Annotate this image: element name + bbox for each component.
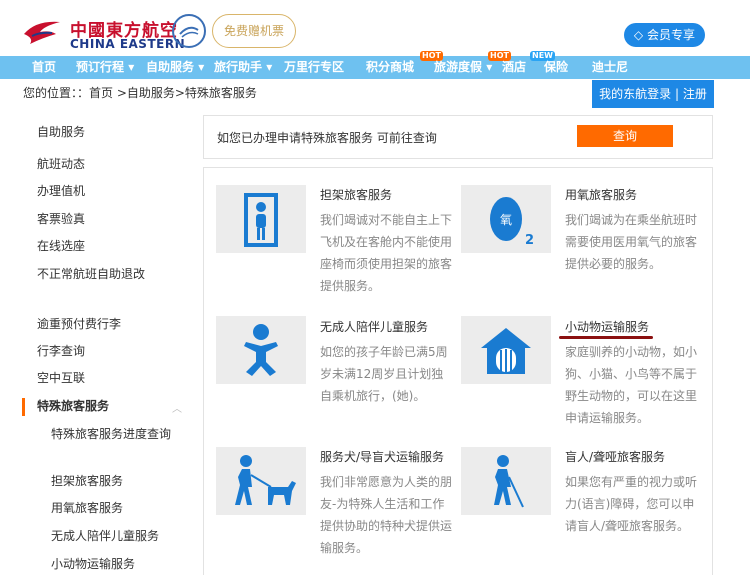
service-description: 我们竭诚对不能自主上下飞机及在客舱内不能使用座椅而须使用担架的旅客提供服务。	[320, 213, 453, 293]
nav-self-service[interactable]: 自助服务 ▾	[146, 56, 204, 79]
member-button-label: 会员专享	[646, 28, 695, 42]
nav-booking[interactable]: 预订行程 ▾	[76, 56, 134, 79]
sidebar-item-excess-baggage[interactable]: 逾重预付费行李	[37, 314, 177, 335]
query-panel: 如您已办理申请特殊旅客服务 可前往查询 查询	[203, 115, 713, 159]
sidebar-item-baggage-query[interactable]: 行李查询	[37, 341, 177, 362]
sidebar-sub-stretcher[interactable]: 担架旅客服务	[51, 471, 176, 492]
nav-vacation[interactable]: 旅游度假 ▾	[434, 56, 492, 79]
sidebar-sub-oxygen[interactable]: 用氧旅客服务	[51, 498, 176, 519]
service-title[interactable]: 用氧旅客服务	[565, 186, 637, 203]
chevron-down-icon: ▾	[124, 60, 135, 74]
service-title[interactable]: 无成人陪伴儿童服务	[320, 318, 428, 335]
highlight-underline	[559, 336, 653, 339]
sidebar-item-seat-select[interactable]: 在线选座	[37, 236, 177, 257]
sidebar-item-special-passenger[interactable]: 特殊旅客服务	[37, 396, 177, 417]
sidebar-item-ticket-verify[interactable]: 客票验真	[37, 209, 177, 230]
sidebar-item-inflight-wifi[interactable]: 空中互联	[37, 368, 177, 389]
sidebar-sub-progress-query[interactable]: 特殊旅客服务进度查询	[51, 424, 176, 445]
nav-home[interactable]: 首页	[32, 56, 56, 79]
sidebar-sub-unaccompanied-child[interactable]: 无成人陪伴儿童服务	[51, 526, 176, 547]
sidebar-item-checkin[interactable]: 办理值机	[37, 181, 177, 202]
main-nav: 首页 预订行程 ▾ 自助服务 ▾ 旅行助手 ▾ 万里行专区 积分商城 HOT 旅…	[0, 51, 750, 79]
nav-vacation-label: 旅游度假	[434, 60, 483, 74]
nav-miles-zone[interactable]: 万里行专区	[284, 56, 344, 79]
nav-disney[interactable]: 迪士尼	[592, 56, 628, 79]
service-title[interactable]: 担架旅客服务	[320, 186, 392, 203]
nav-travel-assistant-label: 旅行助手	[214, 60, 263, 74]
service-description: 我们竭诚为在乘坐航班时需要使用医用氧气的旅客提供必要的服务。	[565, 213, 698, 271]
services-panel: 担架旅客服务 我们竭诚对不能自主上下飞机及在客舱内不能使用座椅而须使用担架的旅客…	[203, 167, 713, 575]
service-title[interactable]: 服务犬/导盲犬运输服务	[320, 448, 444, 465]
nav-insurance[interactable]: 保险	[544, 56, 568, 79]
member-exclusive-button[interactable]: ◇ 会员专享	[623, 23, 705, 47]
guide-dog-icon[interactable]	[216, 447, 306, 515]
svg-text:2: 2	[525, 233, 534, 248]
service-title[interactable]: 小动物运输服务	[565, 318, 649, 335]
query-button[interactable]: 查询	[577, 125, 673, 147]
child-icon[interactable]	[216, 316, 306, 384]
login-register-tab[interactable]: 我的东航登录 | 注册	[592, 80, 714, 108]
nav-booking-label: 预订行程	[76, 60, 125, 74]
nav-points-mall[interactable]: 积分商城	[366, 56, 414, 79]
sidebar-item-irregular-flight[interactable]: 不正常航班自助退改	[37, 264, 177, 285]
service-description: 如果您有严重的视力或听力(语言)障碍，您可以申请盲人/聋哑旅客服务。	[565, 475, 698, 533]
pet-icon[interactable]	[461, 316, 551, 384]
chevron-down-icon: ▾	[194, 60, 205, 74]
sidebar-sub-pet-transport[interactable]: 小动物运输服务	[51, 554, 176, 575]
stretcher-icon[interactable]	[216, 185, 306, 253]
promo-badge[interactable]: 免费赠机票	[212, 14, 296, 48]
sidebar-active-indicator	[22, 398, 25, 416]
logo-english-text: CHINA EASTERN	[70, 37, 186, 51]
skyteam-logo-icon	[172, 14, 206, 48]
sidebar-item-self-service[interactable]: 自助服务	[37, 122, 177, 143]
chevron-up-icon[interactable]: ︿	[172, 400, 182, 415]
nav-self-service-label: 自助服务	[146, 60, 195, 74]
query-prompt-text: 如您已办理申请特殊旅客服务 可前往查询	[217, 131, 437, 145]
nav-hotel[interactable]: 酒店	[502, 56, 526, 79]
service-title[interactable]: 盲人/聋哑旅客服务	[565, 448, 665, 465]
diamond-icon: ◇	[633, 28, 644, 42]
blind-icon[interactable]	[461, 447, 551, 515]
sidebar-item-flight-status[interactable]: 航班动态	[37, 154, 177, 175]
oxygen-icon[interactable]: 氧 2	[461, 185, 551, 253]
breadcrumb: 您的位置：：首页 >自助服务>特殊旅客服务	[23, 86, 257, 100]
service-description: 我们非常愿意为人类的朋友-为特殊人生活和工作提供协助的特种犬提供运输服务。	[320, 475, 453, 555]
service-description: 如您的孩子年龄已满5周岁未满12周岁且计划独自乘机旅行，(她)。	[320, 345, 448, 403]
chevron-down-icon: ▾	[262, 60, 273, 74]
header: 中國東方航空 CHINA EASTERN 免费赠机票 ◇ 会员专享	[0, 6, 750, 56]
service-description: 家庭驯养的小动物，如小狗、小猫、小鸟等不属于野生动物的，可以在这里申请运输服务。	[565, 345, 698, 425]
nav-travel-assistant[interactable]: 旅行助手 ▾	[214, 56, 272, 79]
china-eastern-swallow-logo-icon[interactable]	[22, 16, 62, 46]
svg-text:氧: 氧	[500, 213, 512, 227]
chevron-down-icon: ▾	[482, 60, 493, 74]
